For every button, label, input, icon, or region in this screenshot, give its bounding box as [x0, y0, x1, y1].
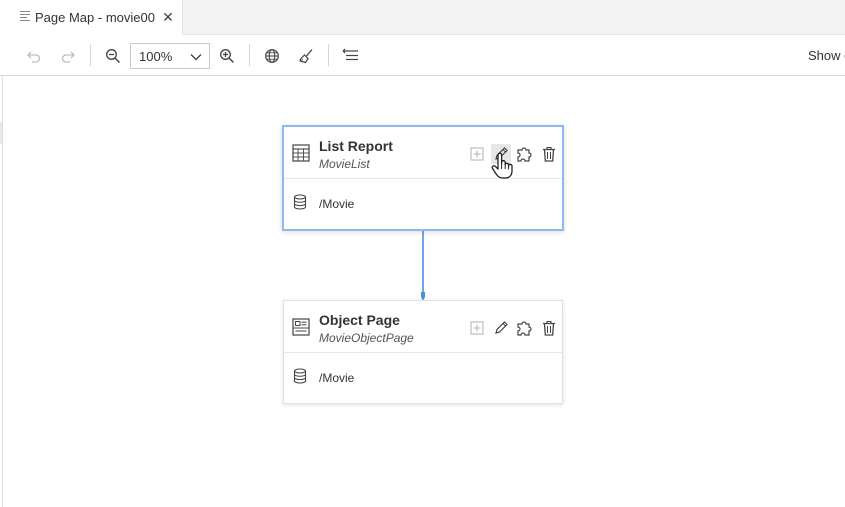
- navigation-connector: [421, 230, 425, 301]
- zoom-level-select[interactable]: 100%: [130, 43, 210, 69]
- database-icon: [293, 194, 307, 210]
- zoom-in-icon: [220, 49, 234, 63]
- page-title: Object Page: [319, 312, 400, 328]
- editor-tab-bar: Page Map - movie00 ✕: [0, 0, 845, 35]
- auto-layout-icon: [342, 48, 358, 61]
- add-button[interactable]: [467, 318, 487, 338]
- zoom-out-button[interactable]: [102, 45, 124, 67]
- globe-button[interactable]: [261, 45, 283, 67]
- tab-page-map[interactable]: Page Map - movie00 ✕: [0, 0, 183, 35]
- entity-set-path: /Movie: [319, 197, 355, 211]
- pencil-icon: [495, 321, 508, 334]
- puzzle-icon: [517, 321, 532, 336]
- edit-button[interactable]: [491, 144, 511, 164]
- chevron-down-icon: [190, 54, 202, 61]
- puzzle-icon: [517, 147, 532, 162]
- add-square-icon: [470, 321, 484, 335]
- toolbar-divider: [249, 44, 250, 66]
- undo-icon: [27, 51, 41, 63]
- add-square-icon: [470, 147, 484, 161]
- zoom-out-icon: [106, 49, 120, 63]
- edit-button[interactable]: [491, 318, 511, 338]
- toolbar-divider: [90, 44, 91, 66]
- extension-button[interactable]: [515, 318, 535, 338]
- page-title: List Report: [319, 138, 393, 154]
- pencil-icon: [495, 147, 508, 160]
- zoom-value: 100%: [139, 49, 173, 64]
- auto-layout-button[interactable]: [340, 45, 362, 67]
- trash-icon: [543, 146, 555, 162]
- redo-icon: [61, 51, 75, 63]
- close-icon[interactable]: ✕: [161, 9, 175, 25]
- database-icon: [293, 368, 307, 384]
- delete-button[interactable]: [539, 144, 559, 164]
- page-map-toolbar: 100% Show: [0, 35, 845, 76]
- delete-button[interactable]: [539, 318, 559, 338]
- globe-icon: [265, 49, 279, 63]
- clear-button[interactable]: [295, 45, 317, 67]
- extension-button[interactable]: [515, 144, 535, 164]
- redo-button[interactable]: [57, 45, 79, 67]
- show-options-link[interactable]: Show c: [808, 48, 845, 63]
- zoom-in-button[interactable]: [216, 45, 238, 67]
- page-node-header: Object Page MovieObjectPage: [284, 301, 562, 353]
- tab-title: Page Map - movie00: [35, 10, 155, 25]
- page-node-object-page[interactable]: Object Page MovieObjectPage /Movie: [283, 300, 563, 404]
- undo-button[interactable]: [23, 45, 45, 67]
- trash-icon: [543, 320, 555, 336]
- object-page-icon: [292, 318, 310, 336]
- table-icon: [292, 144, 310, 162]
- page-id: MovieList: [319, 157, 370, 171]
- page-id: MovieObjectPage: [319, 331, 414, 345]
- entity-set-path: /Movie: [319, 371, 355, 385]
- add-button[interactable]: [467, 144, 487, 164]
- broom-icon: [299, 49, 313, 64]
- page-node-header: List Report MovieList: [284, 127, 562, 179]
- document-lines-icon: [20, 11, 30, 22]
- page-node-list-report[interactable]: List Report MovieList /Movie: [282, 125, 564, 231]
- toolbar-divider: [328, 44, 329, 66]
